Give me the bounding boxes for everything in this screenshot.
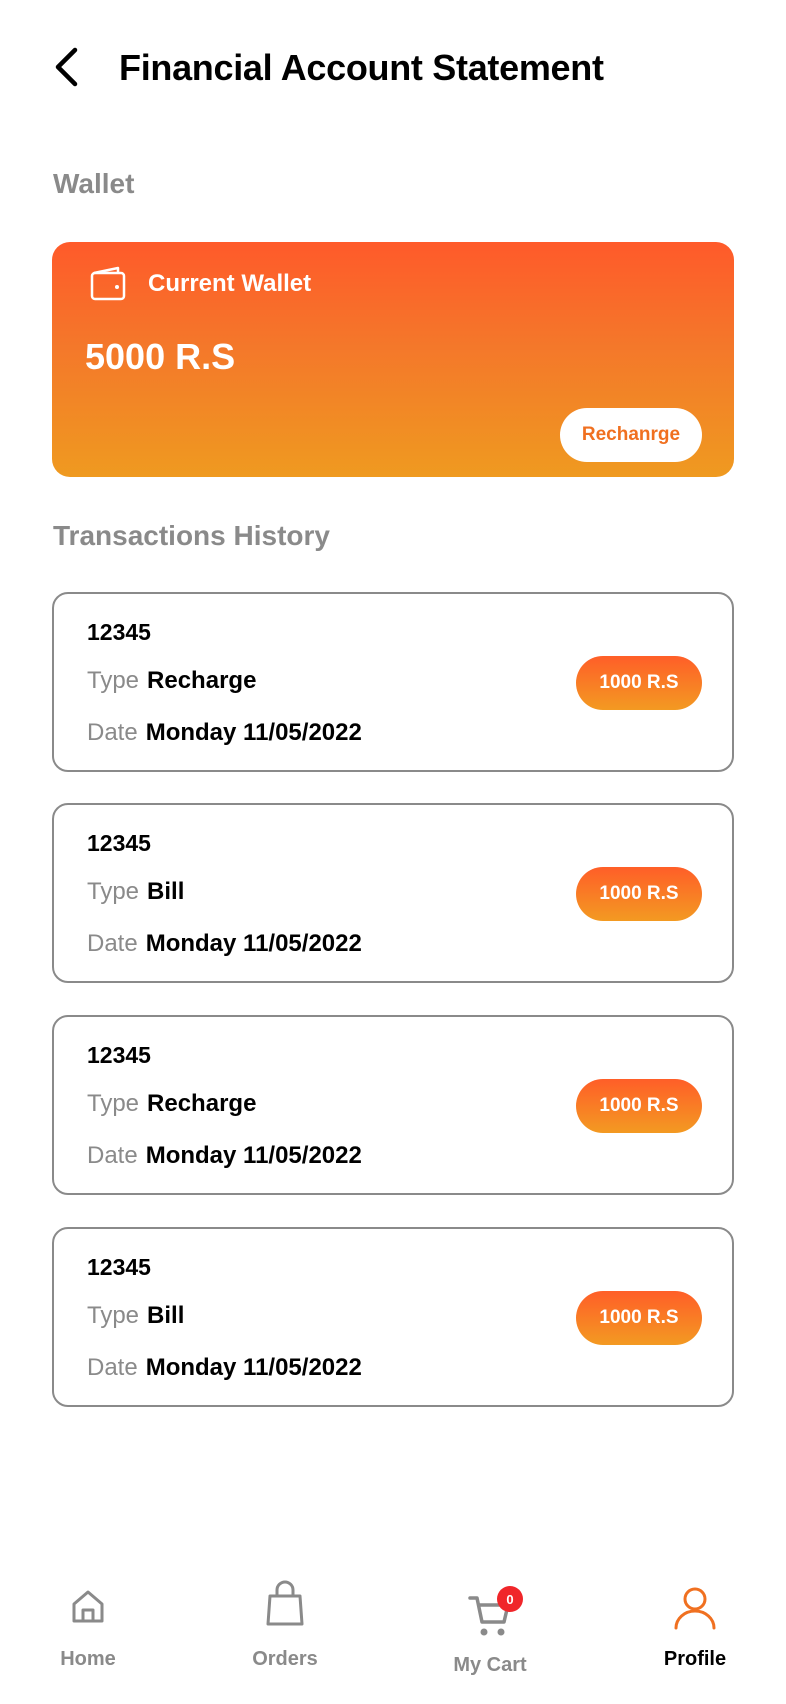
transaction-type-row: Type Recharge	[87, 1087, 256, 1121]
bottom-navigation: Home Orders 0 My Cart Profile	[0, 1570, 786, 1704]
date-label: Date	[87, 1354, 138, 1381]
nav-label-orders: Orders	[252, 1648, 318, 1670]
transaction-type: Bill	[147, 1302, 185, 1329]
transaction-date-row: Date Monday 11/05/2022	[87, 1351, 362, 1385]
transaction-id: 12345	[87, 1254, 151, 1280]
transaction-type-row: Type Bill	[87, 875, 184, 909]
user-icon	[674, 1587, 716, 1630]
transaction-date-row: Date Monday 11/05/2022	[87, 716, 362, 750]
nav-label-home: Home	[60, 1648, 116, 1670]
transaction-card[interactable]: 12345 Type Recharge Date Monday 11/05/2022…	[52, 592, 734, 772]
chevron-left-icon	[55, 47, 78, 87]
nav-item-profile[interactable]: Profile	[630, 1586, 760, 1686]
wallet-section-title: Wallet	[53, 168, 135, 199]
transactions-history-title: Transactions History	[53, 520, 330, 551]
transaction-date: Monday 11/05/2022	[145, 1142, 362, 1169]
transaction-amount-badge: 1000 R.S	[576, 656, 702, 710]
transaction-date: Monday 11/05/2022	[145, 930, 362, 957]
transaction-type: Bill	[147, 878, 185, 905]
nav-label-profile: Profile	[663, 1648, 727, 1670]
date-label: Date	[87, 930, 138, 957]
transaction-card[interactable]: 12345 Type Bill Date Monday 11/05/2022 100…	[52, 803, 734, 983]
cart-count-badge: 0	[497, 1586, 523, 1612]
transaction-type-row: Type Bill	[87, 1299, 184, 1333]
transaction-amount-badge: 1000 R.S	[576, 1079, 702, 1133]
transaction-amount-badge: 1000 R.S	[576, 867, 702, 921]
nav-item-cart[interactable]: 0 My Cart	[425, 1586, 555, 1686]
type-label: Type	[87, 667, 140, 694]
nav-label-cart: My Cart	[453, 1654, 527, 1676]
transaction-id: 12345	[87, 619, 151, 645]
wallet-icon	[90, 266, 126, 301]
transaction-card[interactable]: 12345 Type Bill Date Monday 11/05/2022 100…	[52, 1227, 734, 1407]
nav-item-home[interactable]: Home	[23, 1586, 153, 1686]
transaction-type: Recharge	[147, 1090, 257, 1117]
back-button[interactable]	[44, 42, 88, 92]
type-label: Type	[87, 1090, 140, 1117]
home-icon	[72, 1590, 104, 1623]
current-wallet-card: Current Wallet 5000 R.S Rechanrge	[52, 242, 734, 477]
transaction-date-row: Date Monday 11/05/2022	[87, 1139, 362, 1173]
transaction-amount-badge: 1000 R.S	[576, 1291, 702, 1345]
transaction-date: Monday 11/05/2022	[145, 1354, 362, 1381]
transaction-id: 12345	[87, 1042, 151, 1068]
financial-statement-screen: Financial Account Statement Wallet Curre…	[0, 0, 786, 1704]
wallet-balance: 5000 R.S	[85, 336, 236, 377]
transaction-date-row: Date Monday 11/05/2022	[87, 927, 362, 961]
date-label: Date	[87, 1142, 138, 1169]
wallet-label: Current Wallet	[148, 270, 312, 297]
page-title: Financial Account Statement	[119, 47, 604, 88]
header: Financial Account Statement	[0, 0, 786, 140]
nav-item-orders[interactable]: Orders	[220, 1580, 350, 1686]
type-label: Type	[87, 878, 140, 905]
transaction-id: 12345	[87, 830, 151, 856]
bag-icon	[266, 1580, 304, 1626]
transaction-card[interactable]: 12345 Type Recharge Date Monday 11/05/2022…	[52, 1015, 734, 1195]
type-label: Type	[87, 1302, 140, 1329]
date-label: Date	[87, 719, 138, 746]
transaction-date: Monday 11/05/2022	[145, 719, 362, 746]
recharge-button[interactable]: Rechanrge	[560, 408, 702, 462]
transaction-type: Recharge	[147, 667, 257, 694]
transaction-type-row: Type Recharge	[87, 664, 256, 698]
